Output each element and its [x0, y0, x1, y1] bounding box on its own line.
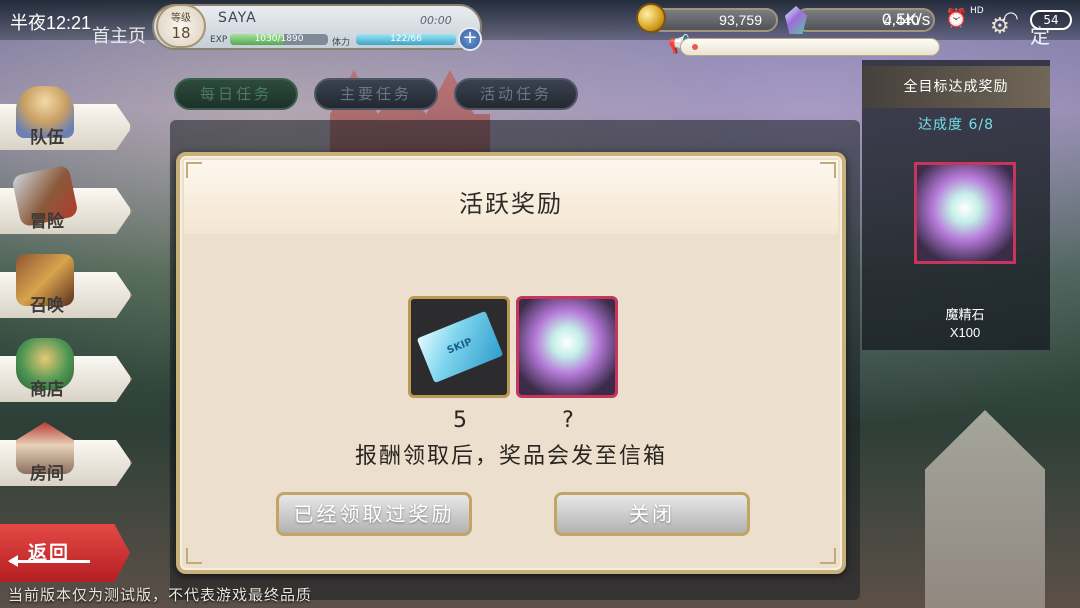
stamina-bar: 122/66	[356, 34, 456, 45]
corner-ornament	[186, 548, 202, 564]
battery-indicator: 54	[1030, 10, 1072, 30]
exp-label: EXP	[210, 35, 228, 45]
sidebar-item-team[interactable]: 队伍	[0, 86, 135, 154]
sidebar-item-shop[interactable]: 商店	[0, 338, 135, 406]
announcement-bar[interactable]	[680, 38, 940, 56]
back-button[interactable]: 返回	[0, 524, 130, 582]
back-arrow-icon	[8, 555, 90, 567]
reward-item-name: 魔精石	[945, 308, 985, 323]
home-title-text: 首主页	[92, 26, 146, 47]
completion-reward-title: 全目标达成奖励	[862, 66, 1050, 108]
magic-crystal-reward[interactable]	[516, 296, 618, 398]
sidebar-item-room[interactable]: 房间	[0, 422, 135, 490]
level-badge: 等级 18	[156, 4, 206, 48]
exp-value: 1030/1890	[254, 34, 304, 44]
sidebar-item-label: 商店	[30, 380, 64, 400]
coin-counter[interactable]: 93,759	[650, 8, 778, 32]
reward-item-quantity: X100	[949, 325, 981, 340]
magic-crystal-quantity: ?	[562, 408, 574, 433]
stamina-label: 体力	[332, 38, 351, 48]
sidebar-item-summon[interactable]: 召唤	[0, 254, 135, 322]
corner-ornament	[820, 162, 836, 178]
skip-ticket-reward[interactable]: SKIP	[408, 296, 510, 398]
sidebar-item-label: 房间	[30, 464, 64, 484]
tab-daily-tasks[interactable]: 每日任务	[174, 78, 298, 110]
alarm-icon: ⏰	[945, 8, 968, 29]
sidebar-item-adventure[interactable]: 冒险	[0, 164, 135, 238]
level-label: 等级	[171, 13, 191, 24]
stamina-value: 122/66	[390, 34, 422, 44]
corner-ornament	[820, 548, 836, 564]
wifi-icon: ◠	[1003, 8, 1019, 29]
level-value: 18	[171, 24, 191, 42]
test-version-notice: 当前版本仅为测试版，不代表游戏最终品质	[8, 586, 313, 604]
already-claimed-button[interactable]: 已经领取过奖励	[276, 492, 472, 536]
completion-progress: 达成度 6/8	[918, 117, 994, 133]
coin-icon	[636, 3, 666, 33]
skip-ticket-quantity: 5	[453, 408, 467, 433]
clock-time: 半夜12:21	[10, 13, 92, 33]
hd-icon: HD	[970, 6, 984, 16]
dialog-title: 活跃奖励	[459, 190, 563, 218]
sidebar-item-label: 冒险	[30, 212, 64, 232]
player-name: SAYA	[218, 10, 257, 26]
magic-crystal-icon[interactable]	[914, 162, 1016, 264]
announcement-dot	[692, 44, 698, 50]
mailbox-notice: 报酬领取后，奖品会发至信箱	[354, 444, 667, 469]
tab-main-tasks[interactable]: 主要任务	[314, 78, 438, 110]
activity-reward-dialog: 活跃奖励 SKIP 5 ? 报酬领取后，奖品会发至信箱 已经领取过奖励 关闭	[176, 152, 846, 574]
skip-ticket-icon: SKIP	[416, 310, 504, 384]
sidebar-item-label: 召唤	[30, 296, 64, 316]
sidebar-item-label: 队伍	[30, 128, 64, 148]
corner-ornament	[186, 162, 202, 178]
network-speed: 0.5K/s	[882, 10, 931, 29]
stamina-timer: 00:00	[420, 14, 452, 27]
tab-event-tasks[interactable]: 活动任务	[454, 78, 578, 110]
add-stamina-button[interactable]: +	[458, 27, 482, 51]
coin-value: 93,759	[719, 12, 762, 28]
exp-bar: 1030/1890	[230, 34, 328, 45]
close-button[interactable]: 关闭	[554, 492, 750, 536]
